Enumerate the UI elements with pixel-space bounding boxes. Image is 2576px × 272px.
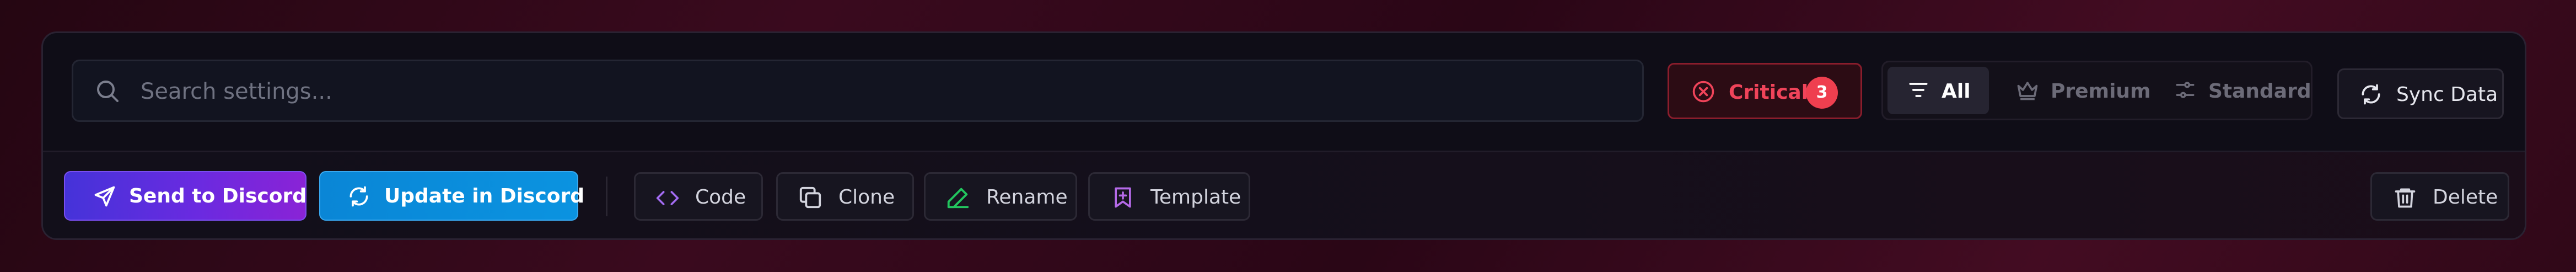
x-circle-icon [1692,81,1714,103]
template-button[interactable]: Template [1088,172,1250,221]
clone-button[interactable]: Clone [776,172,914,221]
action-separator [606,177,607,216]
trash-icon [2395,188,2416,208]
tab-standard[interactable]: Standard [2150,67,2311,114]
pencil-icon [947,188,969,209]
tab-standard-label: Standard [2208,80,2311,103]
code-button[interactable]: Code [634,172,763,221]
search-box[interactable] [72,60,1644,122]
sync-data-button[interactable]: Sync Data [2337,68,2504,119]
crown-icon [2017,82,2038,100]
rename-button[interactable]: Rename [924,172,1077,221]
delete-button[interactable]: Delete [2370,172,2509,221]
update-in-discord-label: Update in Discord [384,185,584,207]
rename-label: Rename [986,186,1068,209]
tab-premium-label: Premium [2051,80,2151,103]
template-label: Template [1150,186,1241,209]
filter-icon [1909,83,1928,97]
code-label: Code [695,186,746,209]
refresh-icon [2362,84,2380,105]
toolbar-divider [43,151,2525,152]
send-to-discord-button[interactable]: Send to Discord [64,171,306,221]
code-icon [656,191,679,205]
bookmark-plus-icon [1115,187,1131,208]
search-icon [97,81,119,102]
send-icon [94,186,115,207]
critical-count-badge: 3 [1806,77,1838,109]
send-to-discord-label: Send to Discord [129,185,306,207]
delete-label: Delete [2433,186,2498,209]
search-input[interactable] [139,61,1630,121]
tab-all-label: All [1942,80,1971,103]
settings-toolbar-panel: Critical 3 All Premium Standard Sync Dat… [41,31,2526,240]
critical-filter-button[interactable]: Critical 3 [1668,63,1862,119]
critical-label: Critical [1729,81,1809,104]
tab-premium[interactable]: Premium [1992,67,2151,114]
tab-all[interactable]: All [1887,67,1989,114]
copy-icon [799,186,821,209]
refresh-icon [349,186,368,207]
sliders-icon [2176,82,2195,98]
clone-label: Clone [838,186,895,209]
update-in-discord-button[interactable]: Update in Discord [319,171,584,221]
filter-tabs: All Premium Standard [1881,61,2313,120]
sync-data-label: Sync Data [2396,83,2498,106]
